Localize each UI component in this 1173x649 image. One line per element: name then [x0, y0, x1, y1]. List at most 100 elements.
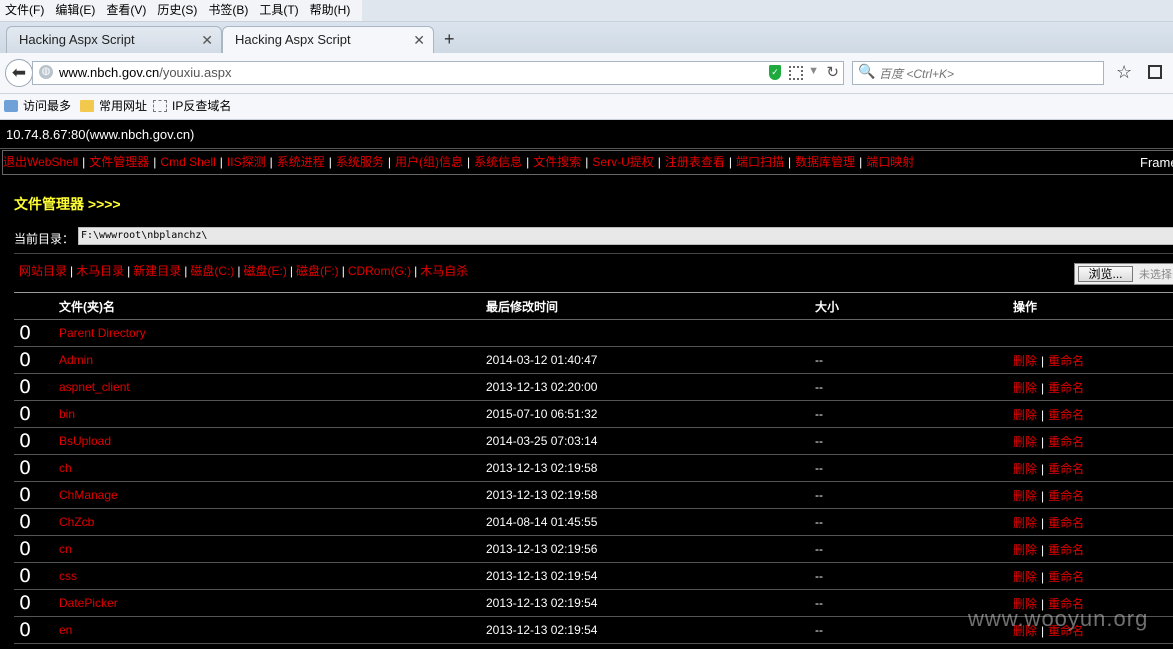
rename-link[interactable]: 重命名	[1048, 543, 1084, 557]
file-table: 文件(夹)名 最后修改时间 大小 操作 0 Parent Directory 0 Ad…	[14, 292, 1173, 644]
file-name-cell: ChZcb	[59, 508, 486, 536]
action-cell: 删除 | 重命名	[1013, 481, 1173, 509]
top-menu-link[interactable]: 系统信息	[474, 155, 522, 169]
file-name-link[interactable]: cn	[59, 542, 72, 556]
dir-link[interactable]: 网站目录	[19, 264, 67, 278]
menu-item[interactable]: 文件(F)	[0, 0, 50, 21]
dropdown-arrow-icon[interactable]: ▼	[808, 65, 819, 77]
back-arrow-icon[interactable]: ⬅	[5, 59, 33, 87]
file-name-link[interactable]: ch	[59, 461, 72, 475]
folder-icon: 0	[14, 535, 59, 563]
menu-item[interactable]: 查看(V)	[101, 0, 152, 21]
tab-hacking-aspx-2[interactable]: Hacking Aspx Script ✕	[222, 26, 434, 53]
tab-bar: Hacking Aspx Script ✕ Hacking Aspx Scrip…	[0, 22, 1173, 53]
top-menu-link[interactable]: 文件搜索	[533, 155, 581, 169]
top-menu-link[interactable]: 端口映射	[866, 155, 914, 169]
menu-item[interactable]: 历史(S)	[152, 0, 203, 21]
delete-link[interactable]: 删除	[1013, 354, 1037, 368]
bookmark-ip-lookup[interactable]: IP反查域名	[153, 94, 231, 118]
new-tab-button[interactable]: +	[444, 28, 455, 50]
rename-link[interactable]: 重命名	[1048, 489, 1084, 503]
dir-link[interactable]: 磁盘(F:)	[296, 264, 339, 278]
delete-link[interactable]: 删除	[1013, 462, 1037, 476]
delete-link[interactable]: 删除	[1013, 408, 1037, 422]
file-name-link[interactable]: Admin	[59, 353, 93, 367]
bookmark-common-sites[interactable]: 常用网址	[80, 94, 147, 118]
size-cell	[815, 319, 1013, 347]
action-separator: |	[1041, 488, 1045, 503]
file-name-link[interactable]: bin	[59, 407, 75, 421]
delete-link[interactable]: 删除	[1013, 543, 1037, 557]
file-name-link[interactable]: en	[59, 623, 72, 637]
rename-link[interactable]: 重命名	[1048, 354, 1084, 368]
file-name-link[interactable]: DatePicker	[59, 596, 118, 610]
library-icon[interactable]	[1148, 65, 1162, 79]
top-menu-link[interactable]: 注册表查看	[665, 155, 725, 169]
action-cell: 删除 | 重命名	[1013, 427, 1173, 455]
action-separator: |	[1041, 353, 1045, 368]
size-cell: --	[815, 508, 1013, 536]
browse-button[interactable]: 浏览...	[1078, 266, 1133, 282]
url-text: www.nbch.gov.cn/youxiu.aspx	[59, 65, 232, 80]
file-upload[interactable]: 浏览... 未选择	[1074, 263, 1173, 285]
file-name-link[interactable]: aspnet_client	[59, 380, 130, 394]
dir-link[interactable]: 木马自杀	[420, 264, 468, 278]
file-name-link[interactable]: css	[59, 569, 77, 583]
top-menu-link[interactable]: Cmd Shell	[160, 155, 215, 169]
shield-icon[interactable]: ✓	[769, 65, 781, 80]
rename-link[interactable]: 重命名	[1048, 381, 1084, 395]
action-cell: 删除 | 重命名	[1013, 400, 1173, 428]
close-icon[interactable]: ✕	[201, 27, 213, 53]
tab-hacking-aspx-1[interactable]: Hacking Aspx Script ✕	[6, 26, 222, 53]
modified-header: 最后修改时间	[486, 292, 815, 320]
menu-separator: |	[153, 155, 157, 169]
menu-item[interactable]: 工具(T)	[254, 0, 304, 21]
reload-icon[interactable]: ↻	[826, 63, 839, 81]
top-menu-link[interactable]: 端口扫描	[736, 155, 784, 169]
frame-label: Frame	[1140, 155, 1173, 170]
bookmark-most-visited[interactable]: 访问最多	[4, 94, 71, 118]
search-input[interactable]	[877, 64, 1101, 84]
top-menu-link[interactable]: 用户(组)信息	[395, 155, 463, 169]
bookmark-star-icon[interactable]: ☆	[1116, 62, 1132, 83]
close-icon[interactable]: ✕	[413, 27, 425, 53]
dir-link[interactable]: 磁盘(C:)	[190, 264, 234, 278]
top-menu-link[interactable]: Serv-U提权	[592, 155, 653, 169]
dir-link[interactable]: 磁盘(E:)	[244, 264, 287, 278]
delete-link[interactable]: 删除	[1013, 381, 1037, 395]
file-name-cell: cn	[59, 535, 486, 563]
search-box[interactable]: 🔍	[852, 61, 1104, 85]
rename-link[interactable]: 重命名	[1048, 462, 1084, 476]
current-dir-input[interactable]: F:\wwwroot\nbplanchz\	[78, 227, 1173, 245]
delete-link[interactable]: 删除	[1013, 570, 1037, 584]
file-name-link[interactable]: BsUpload	[59, 434, 111, 448]
menu-separator: |	[728, 155, 733, 169]
dir-link[interactable]: 木马目录	[76, 264, 124, 278]
modified-cell: 2014-03-12 01:40:47	[486, 346, 815, 374]
file-name-link[interactable]: ChManage	[59, 488, 118, 502]
qr-code-icon[interactable]	[789, 66, 803, 80]
dir-link[interactable]: 新建目录	[133, 264, 181, 278]
delete-link[interactable]: 删除	[1013, 489, 1037, 503]
top-menu-link[interactable]: 数据库管理	[795, 155, 855, 169]
menu-item[interactable]: 书签(B)	[203, 0, 254, 21]
action-separator: |	[1041, 434, 1045, 449]
rename-link[interactable]: 重命名	[1048, 516, 1084, 530]
top-menu-link[interactable]: 系统服务	[336, 155, 384, 169]
rename-link[interactable]: 重命名	[1048, 570, 1084, 584]
file-name-link[interactable]: Parent Directory	[59, 326, 146, 340]
link-separator: |	[341, 264, 345, 278]
top-menu-link[interactable]: 系统进程	[277, 155, 325, 169]
menu-item[interactable]: 编辑(E)	[50, 0, 101, 21]
delete-link[interactable]: 删除	[1013, 516, 1037, 530]
top-menu-link[interactable]: IIS探测	[227, 155, 266, 169]
file-name-link[interactable]: ChZcb	[59, 515, 94, 529]
delete-link[interactable]: 删除	[1013, 435, 1037, 449]
menu-item[interactable]: 帮助(H)	[305, 0, 357, 21]
top-menu-link[interactable]: 文件管理器	[89, 155, 149, 169]
url-bar[interactable]: ◍ www.nbch.gov.cn/youxiu.aspx ✓ ▼ ↻	[32, 61, 844, 85]
top-menu-link[interactable]: 退出WebShell	[3, 155, 78, 169]
dir-link[interactable]: CDRom(G:)	[348, 264, 411, 278]
rename-link[interactable]: 重命名	[1048, 435, 1084, 449]
rename-link[interactable]: 重命名	[1048, 408, 1084, 422]
